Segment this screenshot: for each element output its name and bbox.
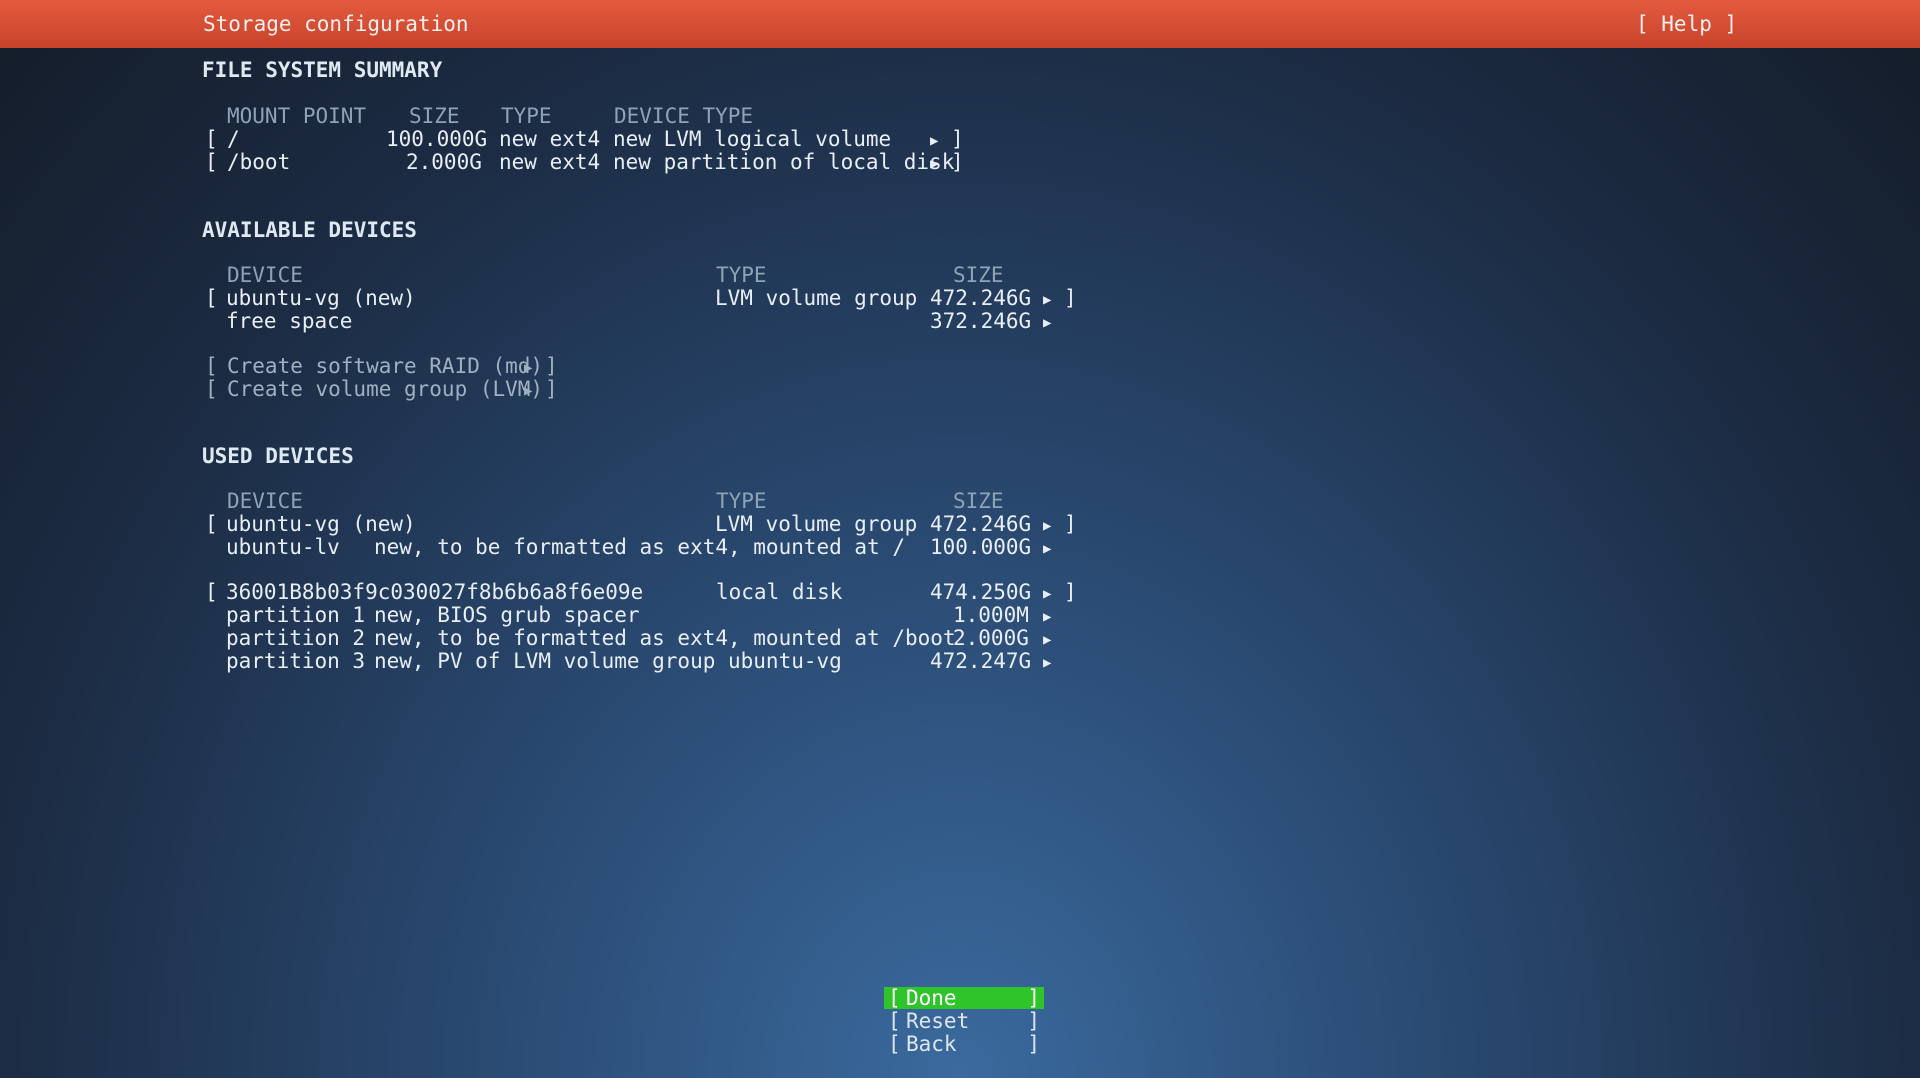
col-device: DEVICE: [227, 489, 303, 513]
arrow-right-icon: ▶: [1043, 541, 1052, 557]
row-close-bracket: ]: [1064, 286, 1077, 310]
partition-description: new, BIOS grub spacer: [374, 603, 640, 627]
device-type: LVM volume group: [715, 512, 918, 536]
back-button[interactable]: [ Back ]: [884, 1033, 1044, 1055]
row-close-bracket: ]: [1064, 512, 1077, 536]
col-device-type: DEVICE TYPE: [614, 104, 754, 128]
create-raid-label: Create software RAID (md): [227, 354, 544, 378]
fs-type: new ext4: [499, 127, 601, 151]
partition-size: 2.000G: [953, 626, 1029, 650]
button-close-bracket: ]: [1027, 1009, 1040, 1033]
row-close-bracket: ]: [545, 354, 558, 378]
col-type: TYPE: [716, 263, 767, 287]
partition-name: partition 3: [226, 649, 366, 673]
arrow-right-icon: ▶: [1043, 518, 1052, 534]
row-open-bracket: [: [205, 580, 218, 604]
partition-size: 472.247G: [930, 649, 1032, 673]
partition-description: new, PV of LVM volume group ubuntu-vg: [374, 649, 842, 673]
title-bar: Storage configuration [ Help ]: [0, 0, 1920, 48]
button-open-bracket: [: [888, 986, 901, 1010]
row-open-bracket: [: [205, 286, 218, 310]
row-open-bracket: [: [205, 127, 218, 151]
file-system-summary-heading: FILE SYSTEM SUMMARY: [202, 58, 443, 82]
row-close-bracket: ]: [1064, 580, 1077, 604]
disk-name: 36001B8b03f9c030027f8b6b6a8f6e09e: [226, 580, 644, 604]
free-space-size: 372.246G: [930, 309, 1032, 333]
row-close-bracket: ]: [951, 150, 964, 174]
reset-button[interactable]: [ Reset ]: [884, 1010, 1044, 1032]
col-size: SIZE: [409, 104, 460, 128]
back-button-label: Back: [906, 1032, 957, 1056]
col-type: TYPE: [716, 489, 767, 513]
device-size: 472.246G: [930, 512, 1032, 536]
button-open-bracket: [: [888, 1009, 901, 1033]
partition-name: partition 2: [226, 626, 366, 650]
device-name: ubuntu-vg (new): [226, 512, 416, 536]
device-size: 472.246G: [930, 286, 1032, 310]
arrow-right-icon: ▶: [1043, 586, 1052, 602]
button-close-bracket: ]: [1027, 986, 1040, 1010]
device-type: LVM volume group: [715, 286, 918, 310]
reset-button-label: Reset: [906, 1009, 970, 1033]
arrow-right-icon: ▶: [930, 156, 939, 172]
screen-title: Storage configuration: [203, 12, 469, 36]
row-open-bracket: [: [205, 354, 218, 378]
used-devices-heading: USED DEVICES: [202, 444, 354, 468]
size: 2.000G: [406, 150, 482, 174]
col-size: SIZE: [953, 489, 1004, 513]
row-open-bracket: [: [205, 150, 218, 174]
col-mount-point: MOUNT POINT: [227, 104, 367, 128]
arrow-right-icon: ▶: [1043, 315, 1052, 331]
device-type: new partition of local disk: [613, 150, 955, 174]
row-open-bracket: [: [205, 377, 218, 401]
create-vg-label: Create volume group (LVM): [227, 377, 544, 401]
arrow-right-icon: ▶: [1043, 632, 1052, 648]
button-close-bracket: ]: [1027, 1032, 1040, 1056]
row-close-bracket: ]: [545, 377, 558, 401]
col-type: TYPE: [501, 104, 552, 128]
arrow-right-icon: ▶: [1043, 292, 1052, 308]
arrow-right-icon: ▶: [1043, 609, 1052, 625]
help-button[interactable]: [ Help ]: [1636, 12, 1737, 36]
mount-point: /: [227, 127, 240, 151]
lv-description: new, to be formatted as ext4, mounted at…: [374, 535, 906, 559]
col-size: SIZE: [953, 263, 1004, 287]
arrow-right-icon: ▶: [1043, 655, 1052, 671]
done-button-label: Done: [906, 986, 957, 1010]
partition-size: 1.000M: [953, 603, 1029, 627]
device-type: new LVM logical volume: [613, 127, 892, 151]
done-button[interactable]: [ Done ]: [884, 987, 1044, 1009]
row-close-bracket: ]: [951, 127, 964, 151]
button-open-bracket: [: [888, 1032, 901, 1056]
arrow-right-icon: ▶: [524, 383, 533, 399]
partition-description: new, to be formatted as ext4, mounted at…: [374, 626, 956, 650]
lv-size: 100.000G: [930, 535, 1032, 559]
mount-point: /boot: [227, 150, 291, 174]
size: 100.000G: [386, 127, 488, 151]
available-devices-heading: AVAILABLE DEVICES: [202, 218, 417, 242]
lv-name: ubuntu-lv: [226, 535, 340, 559]
fs-type: new ext4: [499, 150, 601, 174]
device-name: ubuntu-vg (new): [226, 286, 416, 310]
disk-size: 474.250G: [930, 580, 1032, 604]
disk-type: local disk: [716, 580, 843, 604]
free-space-label: free space: [226, 309, 353, 333]
row-open-bracket: [: [205, 512, 218, 536]
col-device: DEVICE: [227, 263, 303, 287]
partition-name: partition 1: [226, 603, 366, 627]
